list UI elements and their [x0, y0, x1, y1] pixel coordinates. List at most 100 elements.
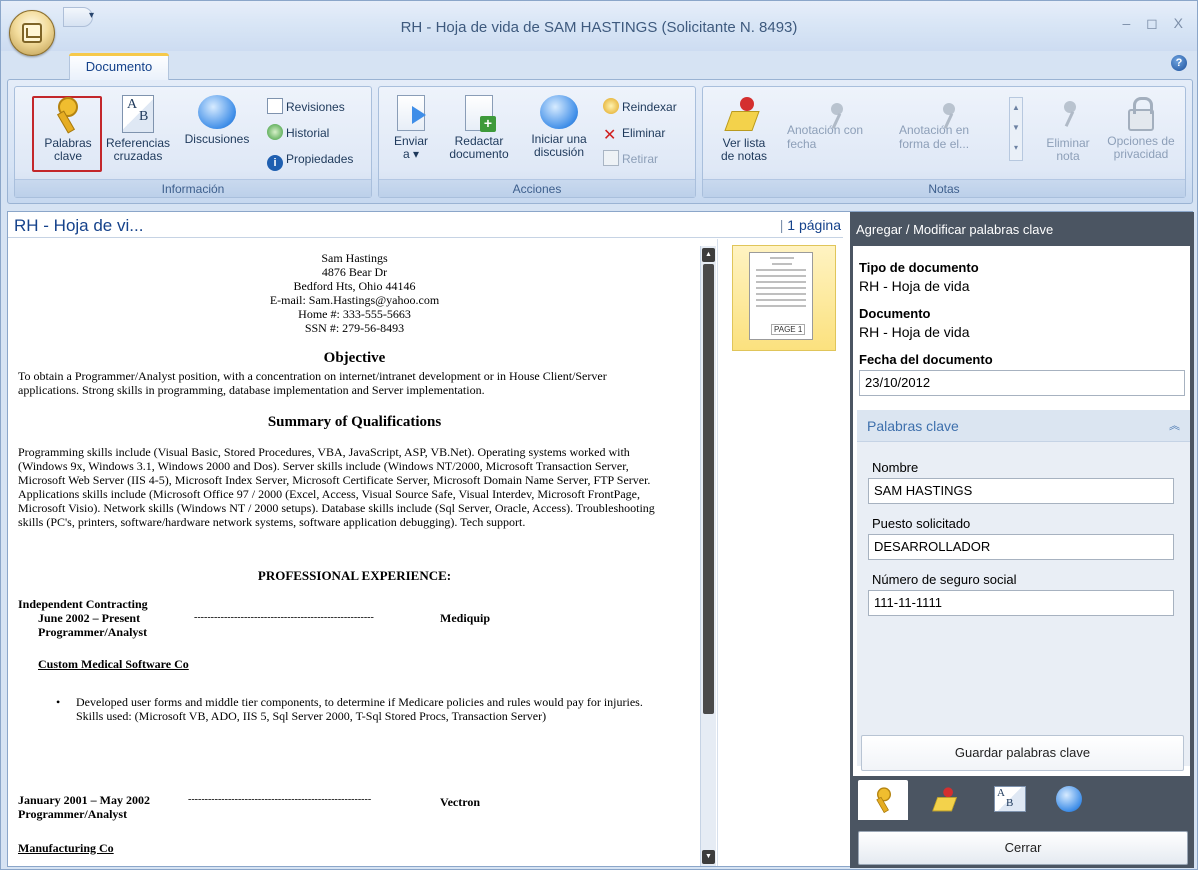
summary-heading: Summary of Qualifications — [267, 414, 442, 430]
main-area: RH - Hoja de vi... | 1 página Sam Hastin… — [7, 211, 1194, 868]
reindexar-button[interactable]: Reindexar — [603, 97, 677, 117]
reindex-icon — [603, 98, 619, 114]
redactar-documento-button[interactable]: Redactar documento — [441, 95, 517, 161]
eliminar-nota-label-2: nota — [1056, 149, 1080, 163]
nombre-label: Nombre — [872, 460, 919, 475]
keywords-section: Palabras clave ︽ Nombre SAM HASTINGS Pue… — [857, 410, 1190, 766]
gallery-scroll[interactable]: ▲ ▼ ▾ — [1009, 97, 1023, 161]
job1-company: Independent Contracting — [18, 597, 148, 611]
group-label-acciones: Acciones — [379, 179, 695, 197]
opciones-privacidad-button[interactable]: Opciones de privacidad — [1101, 95, 1181, 161]
retirar-label: Retirar — [622, 152, 659, 166]
iniciar-discusion-button[interactable]: Iniciar una discusión — [521, 95, 597, 159]
ribbon: Palabras clave AB Referencias cruzadas D… — [7, 79, 1193, 204]
group-label-informacion: Información — [15, 179, 371, 197]
documento-label: Documento — [859, 306, 931, 321]
documento-value: RH - Hoja de vida — [859, 324, 970, 340]
retirar-button[interactable]: Retirar — [603, 149, 658, 169]
document-viewer[interactable]: Sam Hastings 4876 Bear Dr Bedford Hts, O… — [8, 239, 701, 866]
page-thumbnail[interactable]: PAGE 1 — [732, 245, 836, 351]
window-controls[interactable]: – ◻ X — [1122, 15, 1189, 32]
keywords-section-title: Palabras clave — [867, 418, 959, 434]
tab-cross-references[interactable]: AB — [982, 780, 1032, 820]
group-acciones: Enviar a ▾ Redactar documento Iniciar un… — [378, 86, 696, 198]
historial-label: Historial — [286, 126, 330, 140]
revisiones-label: Revisiones — [286, 100, 345, 114]
cross-reference-icon: AB — [994, 786, 1026, 812]
office-button[interactable] — [9, 10, 55, 56]
send-icon — [397, 95, 426, 131]
eliminar-button[interactable]: ✕ Eliminar — [603, 123, 666, 144]
scroll-up-icon[interactable]: ▲ — [702, 248, 715, 262]
objective-heading: Objective — [323, 350, 386, 366]
anotacion-forma-button[interactable]: Anotación en forma de el... — [899, 97, 999, 163]
resume-address: 4876 Bear Dr — [321, 265, 388, 279]
anotacion-fecha-label-2: fecha — [787, 137, 817, 151]
annotation-gallery: Anotación con fecha Anotación en forma d… — [787, 97, 997, 165]
scroll-thumb[interactable] — [703, 264, 714, 714]
page-count: | 1 página — [779, 217, 841, 233]
referencias-cruzadas-button[interactable]: AB Referencias cruzadas — [103, 95, 173, 163]
anotacion-forma-label-2: forma de el... — [899, 137, 970, 151]
history-icon — [267, 124, 283, 140]
collapse-icon[interactable]: ︽ — [1169, 410, 1180, 442]
anotacion-forma-label-1: Anotación en — [899, 123, 970, 137]
discussion-icon — [1056, 786, 1082, 812]
fecha-documento-field[interactable]: 23/10/2012 — [859, 370, 1185, 396]
cross-reference-icon: AB — [122, 95, 154, 133]
page-count-text: 1 página — [787, 217, 841, 233]
keys-icon — [870, 786, 898, 813]
keywords-section-header[interactable]: Palabras clave ︽ — [857, 410, 1190, 442]
revisiones-button[interactable]: Revisiones — [267, 97, 345, 117]
anotacion-fecha-label-1: Anotación con — [787, 123, 864, 137]
shape-pin-icon — [927, 97, 955, 121]
lock-icon — [1128, 97, 1154, 131]
close-button[interactable]: Cerrar — [858, 831, 1188, 865]
document-title: RH - Hoja de vi... — [14, 216, 144, 235]
resume-contact-block: Sam Hastings 4876 Bear Dr Bedford Hts, O… — [8, 251, 701, 335]
experience-heading: PROFESSIONAL EXPERIENCE: — [257, 568, 452, 583]
tab-keywords[interactable] — [858, 780, 908, 820]
tab-notes[interactable] — [920, 780, 970, 820]
help-icon[interactable]: ? — [1171, 55, 1187, 71]
date-pin-icon — [815, 97, 843, 121]
enviar-button[interactable]: Enviar a ▾ — [383, 95, 439, 161]
job2-role: Programmer/Analyst — [18, 807, 128, 821]
delete-note-icon — [1048, 95, 1088, 133]
propiedades-button[interactable]: i Propiedades — [267, 149, 353, 171]
keywords-panel: Agregar / Modificar palabras clave Tipo … — [850, 212, 1194, 868]
nombre-field[interactable]: SAM HASTINGS — [868, 478, 1174, 504]
keys-icon — [48, 95, 88, 133]
tab-discussions[interactable] — [1044, 780, 1094, 820]
puesto-field[interactable]: DESARROLLADOR — [868, 534, 1174, 560]
job1-role: Programmer/Analyst — [38, 625, 148, 639]
thumbnail-label: PAGE 1 — [771, 324, 806, 335]
palabras-clave-button[interactable]: Palabras clave — [33, 95, 103, 163]
group-label-notas: Notas — [703, 179, 1185, 197]
eliminar-label: Eliminar — [622, 126, 666, 140]
enviar-label-2: a ▾ — [402, 147, 420, 161]
resume-ssn: SSN #: 279-56-8493 — [304, 321, 405, 335]
ver-lista-notas-button[interactable]: Ver lista de notas — [709, 95, 779, 163]
job2-employer: Manufacturing Co — [18, 841, 114, 855]
privacidad-label-2: privacidad — [1113, 147, 1169, 161]
historial-button[interactable]: Historial — [267, 123, 329, 143]
tipo-documento-label: Tipo de documento — [859, 260, 979, 275]
document-header: RH - Hoja de vi... | 1 página — [8, 212, 843, 238]
tab-documento[interactable]: Documento — [69, 53, 169, 80]
new-document-icon — [465, 95, 496, 132]
discusiones-button[interactable]: Discusiones — [177, 95, 257, 146]
new-discussion-icon — [540, 95, 578, 129]
panel-tabs: AB — [850, 776, 1194, 824]
panel-header: Agregar / Modificar palabras clave — [850, 212, 1194, 246]
save-keywords-button[interactable]: Guardar palabras clave — [861, 735, 1184, 771]
resume-phone: Home #: 333-555-5663 — [298, 307, 411, 321]
window-title: RH - Hoja de vida de SAM HASTINGS (Solic… — [400, 19, 798, 36]
anotacion-fecha-button[interactable]: Anotación con fecha — [787, 97, 887, 163]
ssn-field[interactable]: 111-11-1111 — [868, 590, 1174, 616]
eliminar-nota-button[interactable]: Eliminar nota — [1033, 95, 1103, 163]
group-notas: Ver lista de notas Anotación con fecha A… — [702, 86, 1186, 198]
thumbnail-strip: PAGE 1 — [717, 239, 843, 866]
scroll-down-icon[interactable]: ▼ — [702, 850, 715, 864]
document-scrollbar[interactable]: ▲ ▼ — [700, 246, 716, 866]
